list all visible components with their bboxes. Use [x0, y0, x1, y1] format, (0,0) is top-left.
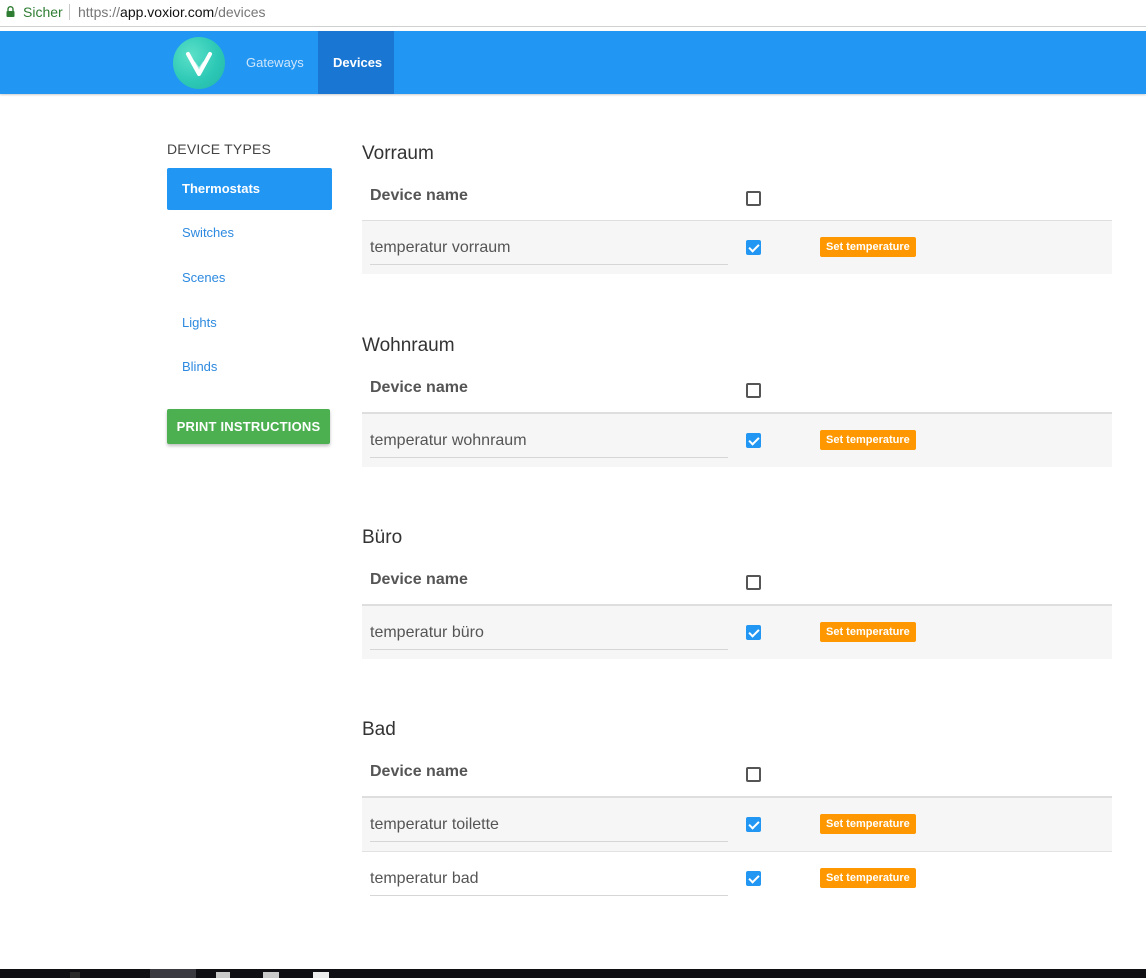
table-header: Device name [362, 176, 1112, 222]
device-name-input[interactable] [370, 808, 728, 842]
taskbar-folder-icon[interactable] [263, 972, 279, 978]
device-checkbox[interactable] [746, 817, 761, 832]
device-checkbox[interactable] [746, 871, 761, 886]
secure-label: Sicher [23, 4, 63, 20]
logo-mark-icon [186, 52, 212, 76]
device-name-input[interactable] [370, 862, 728, 896]
print-instructions-button[interactable]: PRINT INSTRUCTIONS [167, 409, 330, 444]
select-all-checkbox[interactable] [746, 191, 761, 206]
url-field[interactable]: https://app.voxior.com/devices [78, 4, 266, 20]
device-name-header: Device name [370, 379, 468, 396]
url-host: app.voxior.com [120, 4, 215, 20]
sidebar-item-lights[interactable]: Lights [167, 302, 332, 344]
set-temperature-button[interactable]: Set temperature [820, 237, 916, 257]
device-name-header: Device name [370, 571, 468, 588]
table-row: Set temperature [362, 606, 1112, 659]
url-scheme: https:// [78, 4, 121, 20]
table-header: Device name [362, 752, 1112, 798]
os-taskbar [0, 969, 1146, 978]
table-row: Set temperature [362, 852, 1112, 905]
taskbar-active-app[interactable] [150, 969, 196, 978]
room-title: Vorraum [362, 143, 434, 164]
select-all-checkbox[interactable] [746, 383, 761, 398]
table-header: Device name [362, 560, 1112, 606]
sidebar-item-switches[interactable]: Switches [167, 212, 332, 254]
select-all-checkbox[interactable] [746, 767, 761, 782]
set-temperature-button[interactable]: Set temperature [820, 868, 916, 888]
device-checkbox[interactable] [746, 625, 761, 640]
sidebar-title: DEVICE TYPES [167, 141, 272, 157]
table-header: Device name [362, 368, 1112, 414]
nav-devices[interactable]: Devices [318, 31, 394, 94]
browser-address-bar: Sicher https://app.voxior.com/devices [0, 0, 1146, 27]
set-temperature-button[interactable]: Set temperature [820, 814, 916, 834]
table-row: Set temperature [362, 798, 1112, 852]
device-name-header: Device name [370, 187, 468, 204]
device-name-input[interactable] [370, 616, 728, 650]
top-navbar: Gateways Devices [0, 31, 1146, 94]
voxior-logo-icon[interactable] [173, 37, 225, 89]
taskbar-app-icon[interactable] [216, 972, 230, 978]
taskbar-window-icon[interactable] [313, 972, 329, 978]
device-name-header: Device name [370, 763, 468, 780]
device-checkbox[interactable] [746, 433, 761, 448]
select-all-checkbox[interactable] [746, 575, 761, 590]
address-divider [69, 4, 70, 20]
set-temperature-button[interactable]: Set temperature [820, 430, 916, 450]
device-name-input[interactable] [370, 231, 728, 265]
taskbar-search-icon[interactable] [70, 972, 80, 978]
sidebar-item-scenes[interactable]: Scenes [167, 257, 332, 299]
url-path: /devices [214, 4, 266, 20]
room-title: Wohnraum [362, 335, 455, 356]
table-row: Set temperature [362, 221, 1112, 274]
table-row: Set temperature [362, 414, 1112, 467]
room-title: Büro [362, 527, 403, 548]
sidebar-item-blinds[interactable]: Blinds [167, 346, 332, 388]
device-checkbox[interactable] [746, 240, 761, 255]
sidebar-item-thermostats[interactable]: Thermostats [167, 168, 332, 210]
lock-icon [6, 6, 15, 17]
set-temperature-button[interactable]: Set temperature [820, 622, 916, 642]
room-title: Bad [362, 719, 396, 740]
nav-gateways[interactable]: Gateways [231, 31, 318, 94]
device-name-input[interactable] [370, 424, 728, 458]
